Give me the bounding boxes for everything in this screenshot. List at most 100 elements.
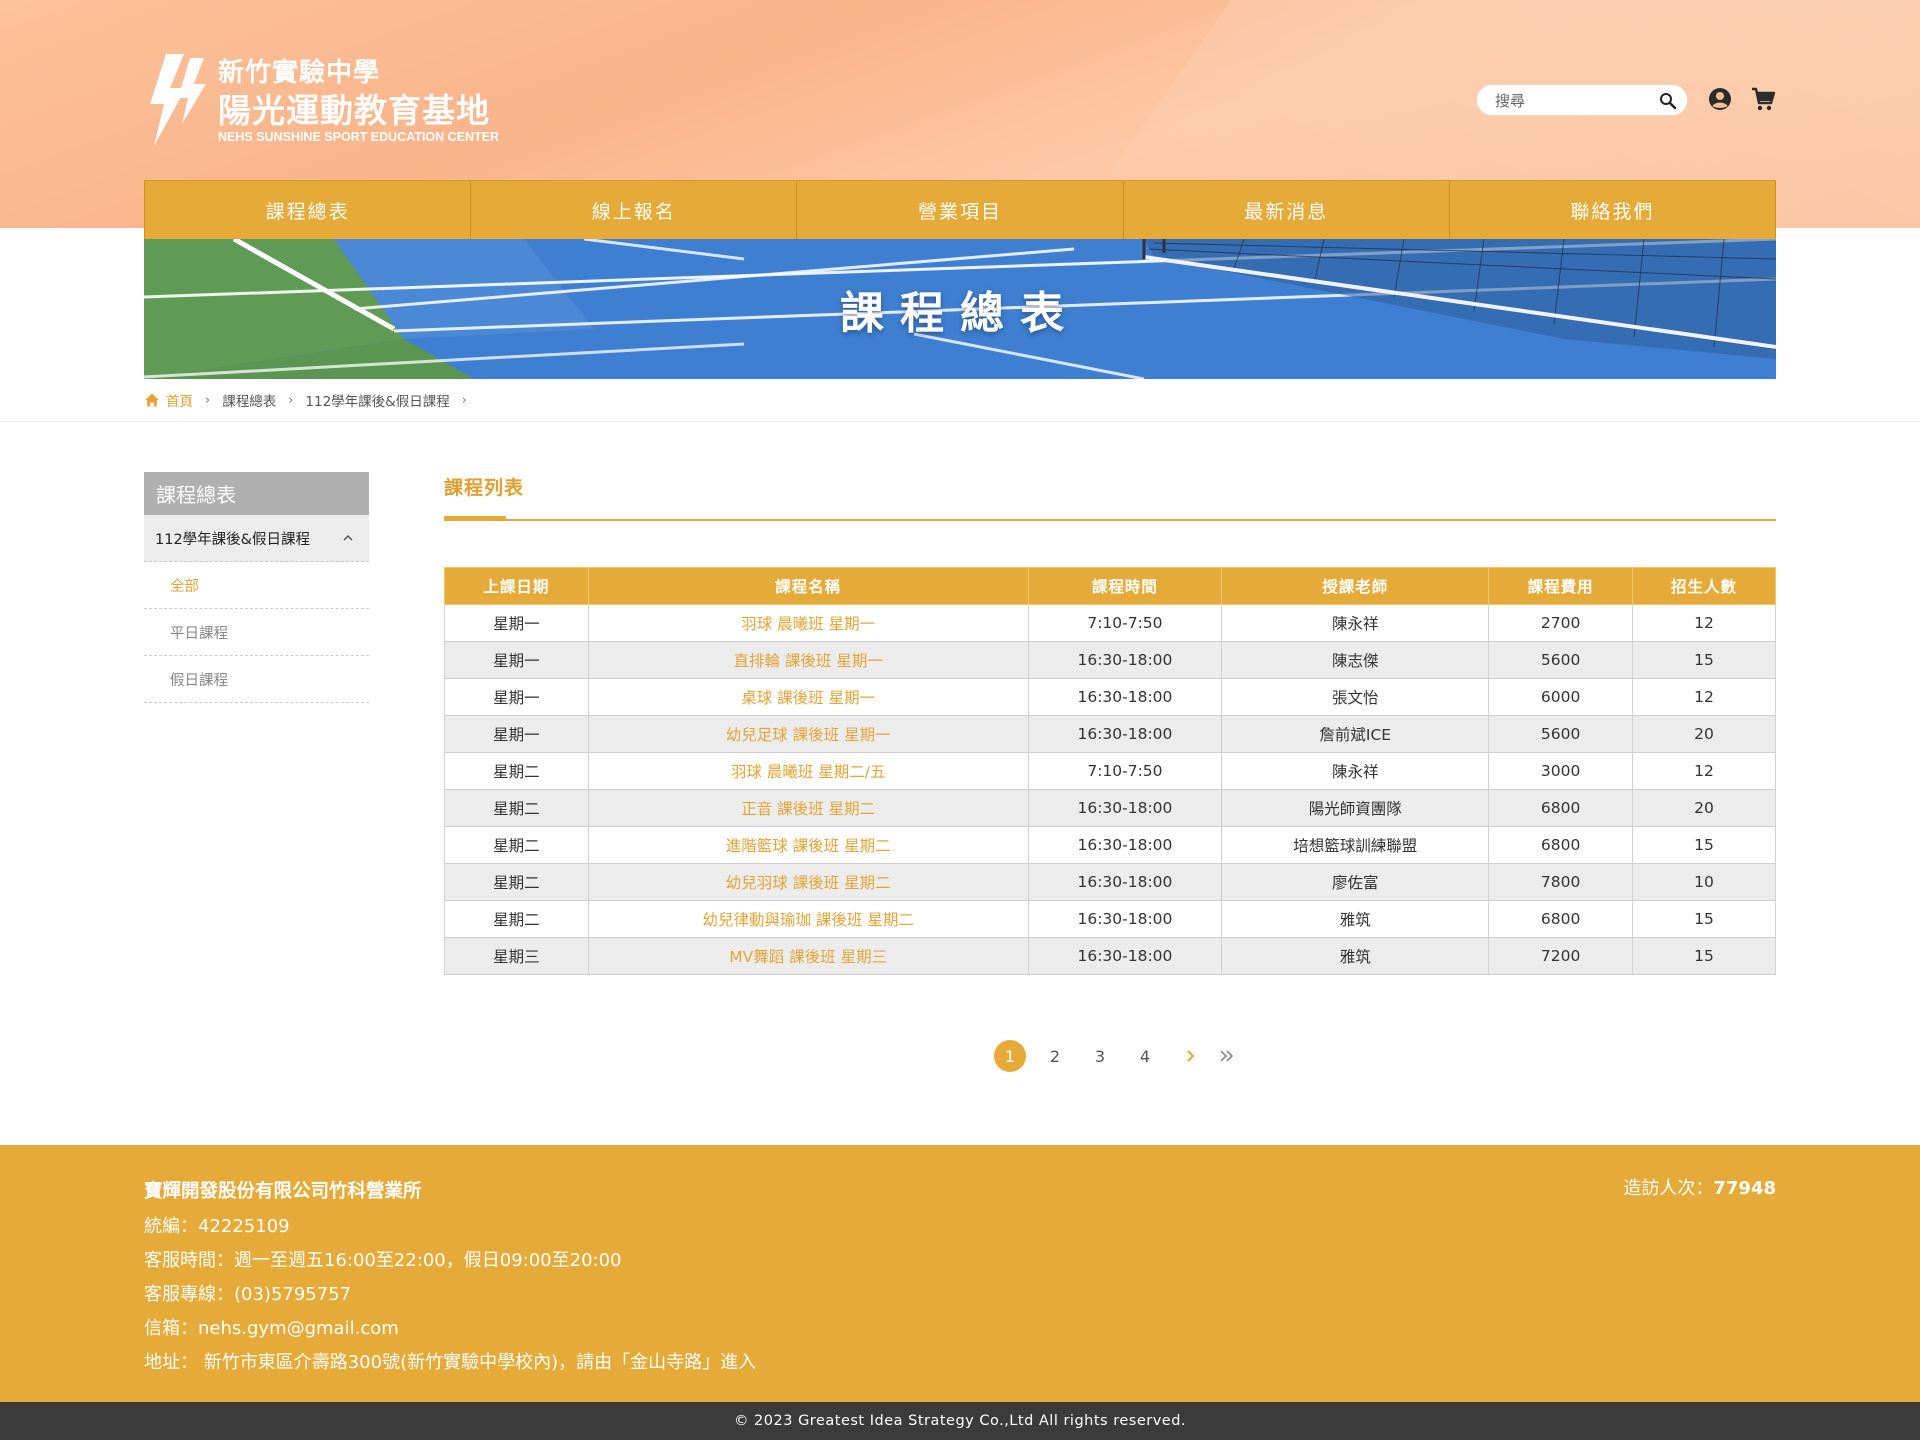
course-name-link[interactable]: 幼兒律動與瑜珈 課後班 星期二 (587, 900, 1029, 938)
logo-center-name: 陽光運動教育基地 (218, 91, 490, 130)
breadcrumb-course-schedule[interactable]: 課程總表 (222, 390, 276, 410)
course-name-link[interactable]: 直排輪 課後班 星期一 (587, 641, 1029, 679)
cell-capacity: 20 (1632, 715, 1776, 753)
column-header-fee: 課程費用 (1488, 567, 1634, 605)
page-3-button[interactable]: 3 (1084, 1040, 1116, 1072)
cell-teacher: 培想籃球訓練聯盟 (1221, 826, 1490, 864)
cell-capacity: 20 (1632, 789, 1776, 827)
site-logo[interactable]: 新竹實驗中學 陽光運動教育基地 NEHS SUNSHINE SPORT EDUC… (144, 52, 524, 152)
cell-capacity: 15 (1632, 826, 1776, 864)
cell-fee: 5600 (1488, 715, 1634, 753)
lightning-logo-icon (150, 54, 206, 146)
cell-teacher: 廖佐富 (1221, 863, 1490, 901)
column-header-course-name: 課程名稱 (587, 567, 1029, 605)
search-input[interactable] (1495, 90, 1655, 112)
copyright-bar: © 2023 Greatest Idea Strategy Co.,Ltd Al… (0, 1402, 1920, 1440)
sidebar-title: 課程總表 (144, 472, 369, 515)
column-header-capacity: 招生人數 (1632, 567, 1776, 605)
cell-capacity: 10 (1632, 863, 1776, 901)
table-row: 星期一 幼兒足球 課後班 星期一 16:30-18:00 詹前斌ICE 5600… (444, 715, 1776, 753)
course-name-link[interactable]: 幼兒羽球 課後班 星期二 (587, 863, 1029, 901)
nav-item-online-registration[interactable]: 線上報名 (471, 181, 798, 239)
breadcrumb-course-group[interactable]: 112學年課後&假日課程 (305, 390, 449, 410)
nav-item-news[interactable]: 最新消息 (1124, 181, 1450, 239)
course-name-link[interactable]: MV舞蹈 課後班 星期三 (587, 937, 1029, 975)
footer-address: 地址： 新竹市東區介壽路300號(新竹實驗中學校內)，請由「金山寺路」進入 (144, 1352, 757, 1373)
cell-teacher: 陳永祥 (1221, 604, 1490, 642)
page-2-button[interactable]: 2 (1039, 1040, 1071, 1072)
cell-date: 星期一 (444, 715, 589, 753)
double-chevron-right-icon[interactable] (1216, 1045, 1238, 1067)
cell-time: 16:30-18:00 (1027, 826, 1223, 864)
footer-phone: 客服專線：(03)5795757 (144, 1284, 352, 1305)
user-icon[interactable] (1708, 87, 1732, 111)
chevron-right-icon: › (288, 392, 294, 408)
search-box (1476, 84, 1688, 116)
table-row: 星期二 幼兒律動與瑜珈 課後班 星期二 16:30-18:00 雅筑 6800 … (444, 900, 1776, 938)
section-title: 課程列表 (444, 477, 525, 499)
nav-item-services[interactable]: 營業項目 (797, 181, 1124, 239)
footer-email: 信箱：nehs.gym@gmail.com (144, 1318, 399, 1339)
course-name-link[interactable]: 正音 課後班 星期二 (587, 789, 1029, 827)
header-divider (0, 421, 1920, 422)
chevron-up-icon (343, 534, 353, 541)
cell-teacher: 雅筑 (1221, 937, 1490, 975)
cell-date: 星期二 (444, 863, 589, 901)
nav-item-course-schedule[interactable]: 課程總表 (144, 181, 472, 239)
search-icon[interactable] (1659, 92, 1677, 110)
table-row: 星期二 羽球 晨曦班 星期二/五 7:10-7:50 陳永祥 3000 12 (444, 752, 1776, 790)
sidebar-item-all[interactable]: 全部 (144, 562, 369, 609)
chevron-right-icon[interactable] (1180, 1045, 1202, 1067)
cell-time: 16:30-18:00 (1027, 900, 1223, 938)
cell-fee: 3000 (1488, 752, 1634, 790)
table-row: 星期二 正音 課後班 星期二 16:30-18:00 陽光師資團隊 6800 2… (444, 789, 1776, 827)
sidebar: 課程總表 112學年課後&假日課程 全部 平日課程 假日課程 (144, 472, 369, 703)
cell-teacher: 陳志傑 (1221, 641, 1490, 679)
chevron-right-icon: › (205, 392, 211, 408)
table-row: 星期一 直排輪 課後班 星期一 16:30-18:00 陳志傑 5600 15 (444, 641, 1776, 679)
footer-visitor-counter: 造訪人次：77948 (1623, 1174, 1776, 1200)
cell-capacity: 15 (1632, 641, 1776, 679)
logo-english-name: NEHS SUNSHINE SPORT EDUCATION CENTER (218, 130, 500, 144)
cell-fee: 6800 (1488, 826, 1634, 864)
cell-fee: 6800 (1488, 789, 1634, 827)
sidebar-item-weekday[interactable]: 平日課程 (144, 609, 369, 656)
footer: 寶輝開發股份有限公司竹科營業所 統編：42225109 客服時間：週一至週五16… (0, 1145, 1920, 1402)
cell-time: 16:30-18:00 (1027, 641, 1223, 679)
footer-service-hours: 客服時間：週一至週五16:00至22:00，假日09:00至20:00 (144, 1250, 622, 1271)
section-underline-accent (444, 516, 506, 521)
course-name-link[interactable]: 桌球 課後班 星期一 (587, 678, 1029, 716)
cell-time: 16:30-18:00 (1027, 678, 1223, 716)
cell-fee: 6800 (1488, 900, 1634, 938)
table-row: 星期一 羽球 晨曦班 星期一 7:10-7:50 陳永祥 2700 12 (444, 604, 1776, 642)
sidebar-item-weekend[interactable]: 假日課程 (144, 656, 369, 703)
cell-teacher: 詹前斌ICE (1221, 715, 1490, 753)
sidebar-group-toggle[interactable]: 112學年課後&假日課程 (144, 515, 369, 562)
cell-teacher: 雅筑 (1221, 900, 1490, 938)
table-row: 星期二 幼兒羽球 課後班 星期二 16:30-18:00 廖佐富 7800 10 (444, 863, 1776, 901)
cell-fee: 6000 (1488, 678, 1634, 716)
page-4-button[interactable]: 4 (1129, 1040, 1161, 1072)
cell-time: 16:30-18:00 (1027, 715, 1223, 753)
cell-teacher: 陽光師資團隊 (1221, 789, 1490, 827)
cell-time: 7:10-7:50 (1027, 604, 1223, 642)
cell-time: 16:30-18:00 (1027, 937, 1223, 975)
cell-time: 16:30-18:00 (1027, 789, 1223, 827)
chevron-right-icon: › (461, 392, 467, 408)
course-name-link[interactable]: 羽球 晨曦班 星期一 (587, 604, 1029, 642)
breadcrumb-home[interactable]: 首頁 (166, 390, 193, 410)
page-1-button[interactable]: 1 (994, 1040, 1026, 1072)
cart-icon[interactable] (1750, 86, 1776, 112)
cell-fee: 7200 (1488, 937, 1634, 975)
cell-date: 星期三 (444, 937, 589, 975)
course-name-link[interactable]: 進階籃球 課後班 星期二 (587, 826, 1029, 864)
nav-item-contact[interactable]: 聯絡我們 (1450, 181, 1777, 239)
course-name-link[interactable]: 幼兒足球 課後班 星期一 (587, 715, 1029, 753)
visitor-label: 造訪人次： (1623, 1178, 1714, 1199)
course-name-link[interactable]: 羽球 晨曦班 星期二/五 (587, 752, 1029, 790)
table-row: 星期一 桌球 課後班 星期一 16:30-18:00 張文怡 6000 12 (444, 678, 1776, 716)
cell-time: 7:10-7:50 (1027, 752, 1223, 790)
cell-date: 星期一 (444, 678, 589, 716)
main-nav: 課程總表 線上報名 營業項目 最新消息 聯絡我們 (144, 180, 1777, 239)
home-icon[interactable] (144, 392, 160, 408)
